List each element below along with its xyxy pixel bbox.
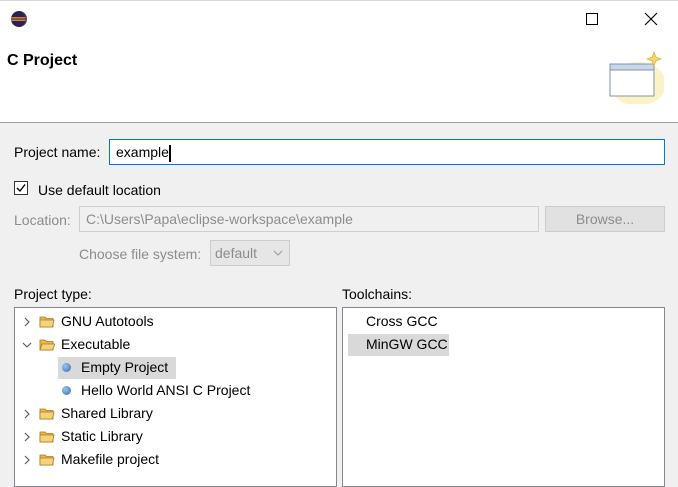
folder-icon xyxy=(39,316,55,328)
tree-item-executable[interactable]: Executable xyxy=(15,334,336,356)
use-default-location-label[interactable]: Use default location xyxy=(38,182,161,198)
tree-item-gnu-autotools[interactable]: GNU Autotools xyxy=(15,311,336,333)
list-item-cross-gcc[interactable]: Cross GCC xyxy=(343,311,664,333)
chevron-right-icon[interactable] xyxy=(21,316,33,328)
eclipse-icon xyxy=(11,11,27,27)
tree-item-label: Executable xyxy=(61,336,131,352)
template-icon xyxy=(62,363,71,372)
text-caret xyxy=(168,144,171,162)
folder-icon xyxy=(39,408,55,420)
list-item-mingw-gcc[interactable]: MinGW GCC xyxy=(343,334,664,356)
project-name-label: Project name: xyxy=(14,144,101,160)
file-system-label: Choose file system: xyxy=(79,246,202,262)
folder-icon xyxy=(39,431,55,443)
location-input[interactable]: C:\Users\Papa\eclipse-workspace\example xyxy=(79,206,539,232)
tree-item-label: Empty Project xyxy=(81,359,169,375)
title-bar xyxy=(0,0,678,38)
open-folder-icon xyxy=(39,339,55,351)
chevron-right-icon[interactable] xyxy=(21,431,33,443)
file-system-dropdown[interactable]: default xyxy=(210,240,290,266)
project-name-value: example xyxy=(116,144,169,160)
browse-button[interactable]: Browse... xyxy=(545,206,665,232)
page-title: C Project xyxy=(7,52,78,69)
chevron-right-icon[interactable] xyxy=(21,408,33,420)
tree-item-static-library[interactable]: Static Library xyxy=(15,426,336,448)
new-project-wizard-icon xyxy=(609,51,664,104)
maximize-icon xyxy=(586,13,598,25)
tree-item-label: Makefile project xyxy=(61,451,160,467)
tree-item-label: GNU Autotools xyxy=(61,313,154,329)
toolchains-list[interactable]: Cross GCC MinGW GCC xyxy=(342,307,665,487)
project-name-input[interactable]: example xyxy=(109,139,665,165)
tree-item-label: Hello World ANSI C Project xyxy=(81,382,251,398)
list-item-label: MinGW GCC xyxy=(366,336,448,352)
template-icon xyxy=(62,386,71,395)
location-label: Location: xyxy=(14,212,71,228)
file-system-value: default xyxy=(215,245,258,261)
project-type-label: Project type: xyxy=(14,286,92,302)
tree-item-label: Static Library xyxy=(61,428,143,444)
tree-item-makefile-project[interactable]: Makefile project xyxy=(15,449,336,471)
tree-item-label: Shared Library xyxy=(61,405,153,421)
chevron-right-icon[interactable] xyxy=(21,454,33,466)
maximize-button[interactable] xyxy=(569,0,615,38)
chevron-down-icon[interactable] xyxy=(21,339,33,351)
wizard-header: C Project xyxy=(0,38,678,123)
use-default-location-checkbox[interactable] xyxy=(14,181,28,195)
tree-item-shared-library[interactable]: Shared Library xyxy=(15,403,336,425)
toolchains-label: Toolchains: xyxy=(342,286,413,302)
tree-item-hello-world[interactable]: Hello World ANSI C Project xyxy=(15,380,336,402)
project-type-tree[interactable]: GNU Autotools Executable Empty Project H… xyxy=(14,307,337,487)
close-icon xyxy=(644,12,658,26)
chevron-down-icon xyxy=(273,250,283,256)
list-item-label: Cross GCC xyxy=(366,313,438,329)
folder-icon xyxy=(39,454,55,466)
close-button[interactable] xyxy=(628,0,674,38)
checkmark-icon xyxy=(16,184,26,193)
tree-item-empty-project[interactable]: Empty Project xyxy=(15,357,336,379)
